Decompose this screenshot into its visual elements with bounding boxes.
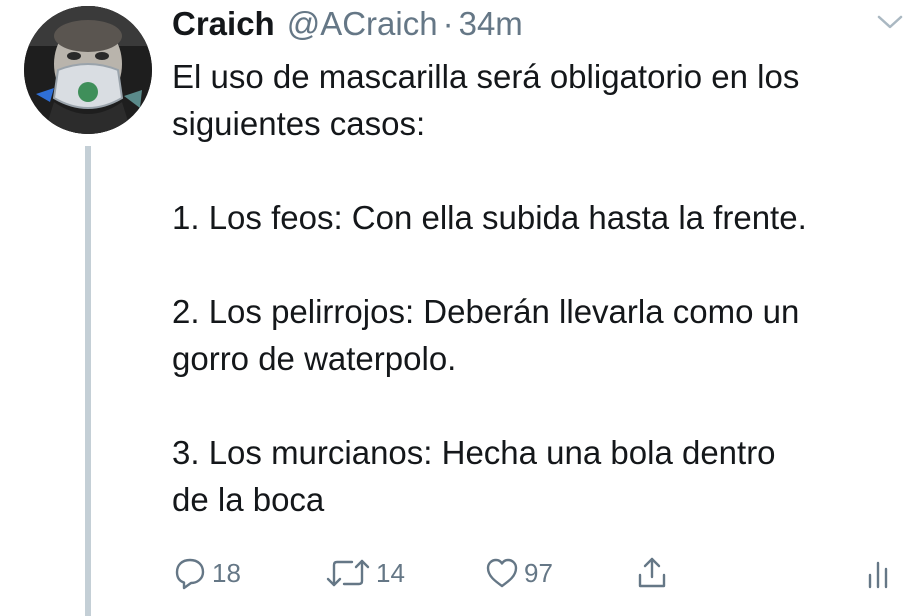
- analytics-button[interactable]: [866, 550, 890, 596]
- like-count: 97: [524, 557, 553, 588]
- user-handle[interactable]: @ACraich: [287, 4, 438, 44]
- tweet-text-line: El uso de mascarilla será obligatorio en…: [172, 58, 800, 95]
- tweet-text-line: 1. Los feos: Con ella subida hasta la fr…: [172, 199, 807, 236]
- tweet-text-line: 2. Los pelirrojos: Deberán llevarla como…: [172, 293, 800, 330]
- display-name[interactable]: Craich: [172, 4, 275, 44]
- tweet[interactable]: Craich @ACraich · 34m El uso de mascaril…: [0, 0, 922, 616]
- reply-button[interactable]: 18: [172, 550, 241, 596]
- thread-line: [85, 146, 91, 616]
- tweet-text-line: gorro de waterpolo.: [172, 340, 457, 377]
- analytics-icon: [868, 561, 888, 589]
- tweet-header: Craich @ACraich · 34m: [172, 4, 523, 44]
- tweet-actions: 18 14 97: [172, 550, 902, 596]
- retweet-button[interactable]: 14: [324, 550, 405, 596]
- retweet-icon: [326, 559, 370, 587]
- timestamp[interactable]: 34m: [459, 4, 523, 44]
- share-button[interactable]: [634, 550, 670, 596]
- like-button[interactable]: 97: [484, 550, 553, 596]
- tweet-text-line: 3. Los murcianos: Hecha una bola dentro: [172, 434, 776, 471]
- avatar-image: [24, 6, 152, 134]
- more-options-button[interactable]: [876, 12, 904, 32]
- avatar[interactable]: [24, 6, 152, 134]
- tweet-text: El uso de mascarilla será obligatorio en…: [172, 53, 912, 523]
- separator-dot: ·: [442, 5, 454, 42]
- heart-icon: [486, 558, 518, 588]
- reply-count: 18: [212, 557, 241, 588]
- chevron-down-icon: [877, 15, 903, 29]
- reply-icon: [175, 558, 205, 590]
- tweet-text-line: de la boca: [172, 481, 325, 518]
- tweet-text-line: siguientes casos:: [172, 105, 426, 142]
- retweet-count: 14: [376, 557, 405, 588]
- share-icon: [638, 557, 666, 588]
